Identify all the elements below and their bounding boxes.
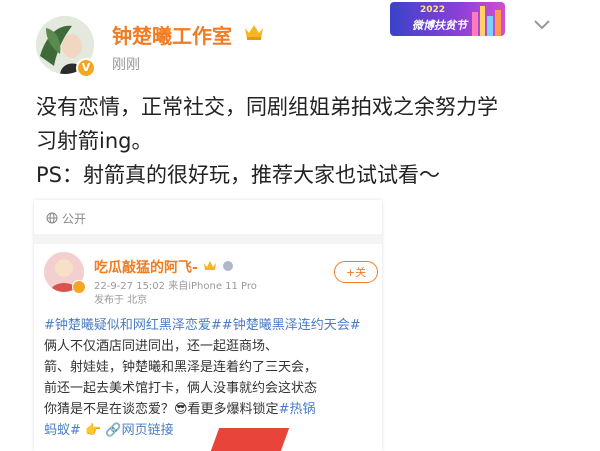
embedded-post-meta: 22-9-27 15:02 来自iPhone 11 Pro 发布于 北京 <box>94 280 257 308</box>
post-content: 没有恋情，正常社交，同剧组姐弟拍戏之余努力学 习射箭ing。 PS：射箭真的很好… <box>36 90 576 192</box>
crown-icon <box>245 25 263 40</box>
verified-badge-icon: V <box>76 58 96 78</box>
visibility-label: 公开 <box>46 210 86 227</box>
author-name[interactable]: 钟楚曦工作室 <box>112 20 232 49</box>
link-icon: 🔗 <box>105 423 122 438</box>
embedded-post-device: 来自iPhone 11 Pro <box>168 281 257 292</box>
topic-tag: #热锅 <box>278 402 316 417</box>
hand-emoji-icon: 👉 <box>85 423 102 438</box>
embedded-text-line-6: 蚂蚁# 👉 🔗网页链接 <box>44 420 378 441</box>
city-skyline-icon <box>472 6 501 36</box>
topic-tag: #钟楚曦黑泽连约天会# <box>221 318 361 333</box>
embedded-post-image[interactable]: 公开 吃瓜敲猛的阿飞- 22-9-27 15:02 来自iPhone 11 Pr… <box>34 200 382 451</box>
topic-tag: 蚂蚁# <box>44 423 81 438</box>
embedded-text-line-5: 你猜是不是在谈恋爱？😎看更多爆料锁定#热锅 <box>44 399 378 420</box>
embedded-text-line-2: 俩人不仅酒店同进同出，还一起逛商场、 <box>44 339 279 354</box>
embedded-author-name-text: 吃瓜敲猛的阿飞- <box>94 260 198 276</box>
follow-button: +关 <box>334 261 378 283</box>
embedded-post-text: #钟楚曦疑似和网红黑泽恋爱##钟楚曦黑泽连约天会# 俩人不仅酒店同进同出，还一起… <box>44 315 378 441</box>
promo-text: 微博扶贫节 <box>412 19 467 32</box>
embedded-post-time: 22-9-27 15:02 <box>94 281 166 292</box>
embedded-text-line-3: 箭、射娃娃，钟楚曦和黑泽是连着约了三天会， <box>44 360 318 375</box>
post-content-line: PS：射箭真的很好玩，推荐大家也试试看～ <box>36 163 440 187</box>
embedded-text-body: 你猜是不是在谈恋爱？😎看更多爆料锁定 <box>44 402 279 417</box>
post-timestamp: 刚刚 <box>112 57 140 73</box>
embedded-text-line-1: #钟楚曦疑似和网红黑泽恋爱##钟楚曦黑泽连约天会# <box>44 315 378 336</box>
level-badge-icon <box>222 261 233 271</box>
embedded-post-location: 发布于 北京 <box>94 295 148 306</box>
post-content-line: 习射箭ing。 <box>36 129 153 153</box>
web-link: 网页链接 <box>121 423 174 438</box>
embedded-author-name: 吃瓜敲猛的阿飞- <box>94 257 234 277</box>
topic-tag: #钟楚曦疑似和网红黑泽恋爱# <box>44 318 222 333</box>
divider <box>34 234 382 244</box>
verified-badge-icon <box>72 280 86 294</box>
visibility-text: 公开 <box>62 212 87 226</box>
globe-icon <box>46 212 58 224</box>
chevron-down-icon[interactable] <box>532 18 552 32</box>
promo-year: 2022 <box>420 5 446 15</box>
promo-badge[interactable]: 2022 微博扶贫节 <box>390 2 505 36</box>
embedded-text-line-4: 前还一起去美术馆打卡，俩人没事就约会这状态 <box>44 381 318 396</box>
post-content-line: 没有恋情，正常社交，同剧组姐弟拍戏之余努力学 <box>36 95 498 119</box>
red-stamp-mark <box>210 428 290 451</box>
crown-icon <box>203 261 216 270</box>
